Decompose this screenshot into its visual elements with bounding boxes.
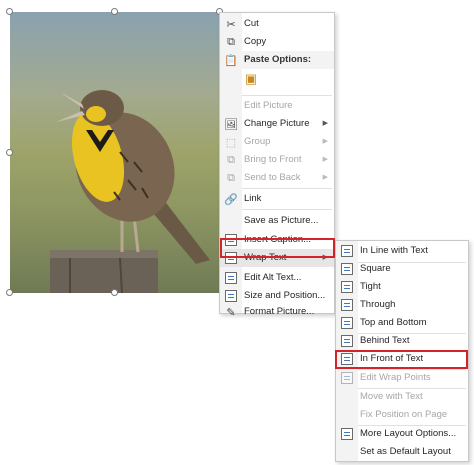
paste-picture-icon: ▣ — [244, 71, 258, 86]
inline-text-icon — [340, 244, 354, 258]
submenu-item-through[interactable]: Through — [336, 296, 468, 314]
group-icon: ⬚ — [225, 136, 237, 149]
submenu-item-tight[interactable]: Tight — [336, 278, 468, 296]
behind-text-icon — [340, 334, 354, 348]
submenu-item-fix-position[interactable]: Fix Position on Page — [336, 406, 468, 424]
menu-item-group[interactable]: ⬚ Group ▶ — [220, 133, 334, 151]
menu-separator — [242, 209, 332, 210]
menu-item-copy[interactable]: ⧉ Copy — [220, 33, 334, 51]
menu-item-change-picture[interactable]: 🖼 Change Picture ▶ — [220, 115, 334, 133]
menu-item-label: Format Picture... — [244, 306, 315, 317]
menu-item-label: Edit Picture — [244, 100, 293, 111]
size-position-icon — [224, 289, 238, 303]
resize-handle-tc[interactable] — [111, 8, 118, 15]
paste-keep-picture-button[interactable]: ▣ — [220, 71, 334, 91]
menu-item-label: Change Picture — [244, 118, 310, 129]
resize-handle-tl[interactable] — [6, 8, 13, 15]
submenu-item-behind-text[interactable]: Behind Text — [336, 332, 468, 350]
menu-item-label: Size and Position... — [244, 290, 326, 301]
menu-item-label: Edit Alt Text... — [244, 272, 302, 283]
resize-handle-ml[interactable] — [6, 149, 13, 156]
through-wrap-icon — [340, 298, 354, 312]
selected-picture[interactable] — [10, 12, 220, 293]
alt-text-icon — [224, 271, 238, 285]
submenu-item-label: Set as Default Layout — [360, 446, 451, 457]
submenu-item-label: Fix Position on Page — [360, 409, 448, 420]
submenu-item-move-with-text[interactable]: Move with Text — [336, 388, 468, 406]
paste-icon: 📋 — [224, 54, 238, 67]
resize-handle-bc[interactable] — [111, 289, 118, 296]
paste-options-heading: Paste Options: — [244, 54, 312, 65]
menu-item-edit-picture[interactable]: Edit Picture — [220, 97, 334, 115]
layout-options-icon — [340, 427, 354, 441]
submenu-item-inline[interactable]: In Line with Text — [336, 242, 468, 260]
menu-item-label: Send to Back — [244, 172, 301, 183]
menu-item-send-to-back[interactable]: ⧉ Send to Back ▶ — [220, 169, 334, 187]
resize-handle-bl[interactable] — [6, 289, 13, 296]
menu-item-cut[interactable]: ✂ Cut — [220, 15, 334, 33]
tight-wrap-icon — [340, 280, 354, 294]
submenu-item-edit-wrap-points[interactable]: Edit Wrap Points — [336, 369, 468, 387]
edit-wrap-points-icon — [340, 371, 354, 385]
link-icon: 🔗 — [224, 193, 238, 206]
submenu-item-label: Through — [360, 299, 396, 310]
submenu-item-top-bottom[interactable]: Top and Bottom — [336, 314, 468, 332]
wrap-text-highlight-box — [220, 238, 335, 258]
submenu-item-label: Tight — [360, 281, 381, 292]
menu-item-bring-to-front[interactable]: ⧉ Bring to Front ▶ — [220, 151, 334, 169]
meadowlark-photo — [50, 90, 210, 293]
menu-separator — [242, 188, 332, 189]
submenu-arrow-icon: ▶ — [322, 156, 328, 163]
menu-item-label: Save as Picture... — [244, 215, 319, 226]
menu-item-link[interactable]: 🔗 Link — [220, 190, 334, 208]
submenu-item-label: Move with Text — [360, 391, 423, 402]
menu-item-format-picture[interactable]: ✎ Format Picture... — [220, 303, 334, 321]
change-picture-icon: 🖼 — [224, 118, 238, 131]
in-front-of-text-highlight-box — [335, 350, 468, 369]
submenu-item-label: Square — [360, 263, 391, 274]
menu-item-edit-alt-text[interactable]: Edit Alt Text... — [220, 269, 334, 287]
scissors-icon: ✂ — [226, 18, 236, 31]
submenu-item-square[interactable]: Square — [336, 260, 468, 278]
menu-item-label: Cut — [244, 18, 259, 29]
submenu-item-label: In Line with Text — [360, 245, 428, 256]
submenu-item-label: More Layout Options... — [360, 428, 457, 439]
submenu-item-label: Top and Bottom — [360, 317, 427, 328]
submenu-item-set-default-layout[interactable]: Set as Default Layout — [336, 443, 468, 461]
top-bottom-wrap-icon — [340, 316, 354, 330]
submenu-item-more-layout-options[interactable]: More Layout Options... — [336, 425, 468, 443]
menu-separator — [242, 95, 332, 96]
menu-item-label: Group — [244, 136, 271, 147]
menu-item-label: Link — [244, 193, 262, 204]
square-wrap-icon — [340, 262, 354, 276]
submenu-item-label: Behind Text — [360, 335, 410, 346]
menu-item-paste-options: 📋 Paste Options: — [220, 51, 334, 69]
submenu-arrow-icon: ▶ — [322, 138, 328, 145]
submenu-arrow-icon: ▶ — [322, 174, 328, 181]
submenu-arrow-icon: ▶ — [322, 120, 328, 127]
menu-item-label: Bring to Front — [244, 154, 302, 165]
send-to-back-icon: ⧉ — [227, 171, 235, 184]
bring-to-front-icon: ⧉ — [227, 153, 235, 166]
copy-icon: ⧉ — [227, 35, 235, 48]
format-picture-icon: ✎ — [226, 306, 236, 319]
submenu-item-label: Edit Wrap Points — [360, 372, 431, 383]
context-menu: ✂ Cut ⧉ Copy 📋 Paste Options: ▣ Edit Pic… — [219, 12, 335, 319]
menu-item-save-as-picture[interactable]: Save as Picture... — [220, 212, 334, 230]
menu-item-label: Copy — [244, 36, 267, 47]
edit-picture-icon — [224, 99, 238, 113]
